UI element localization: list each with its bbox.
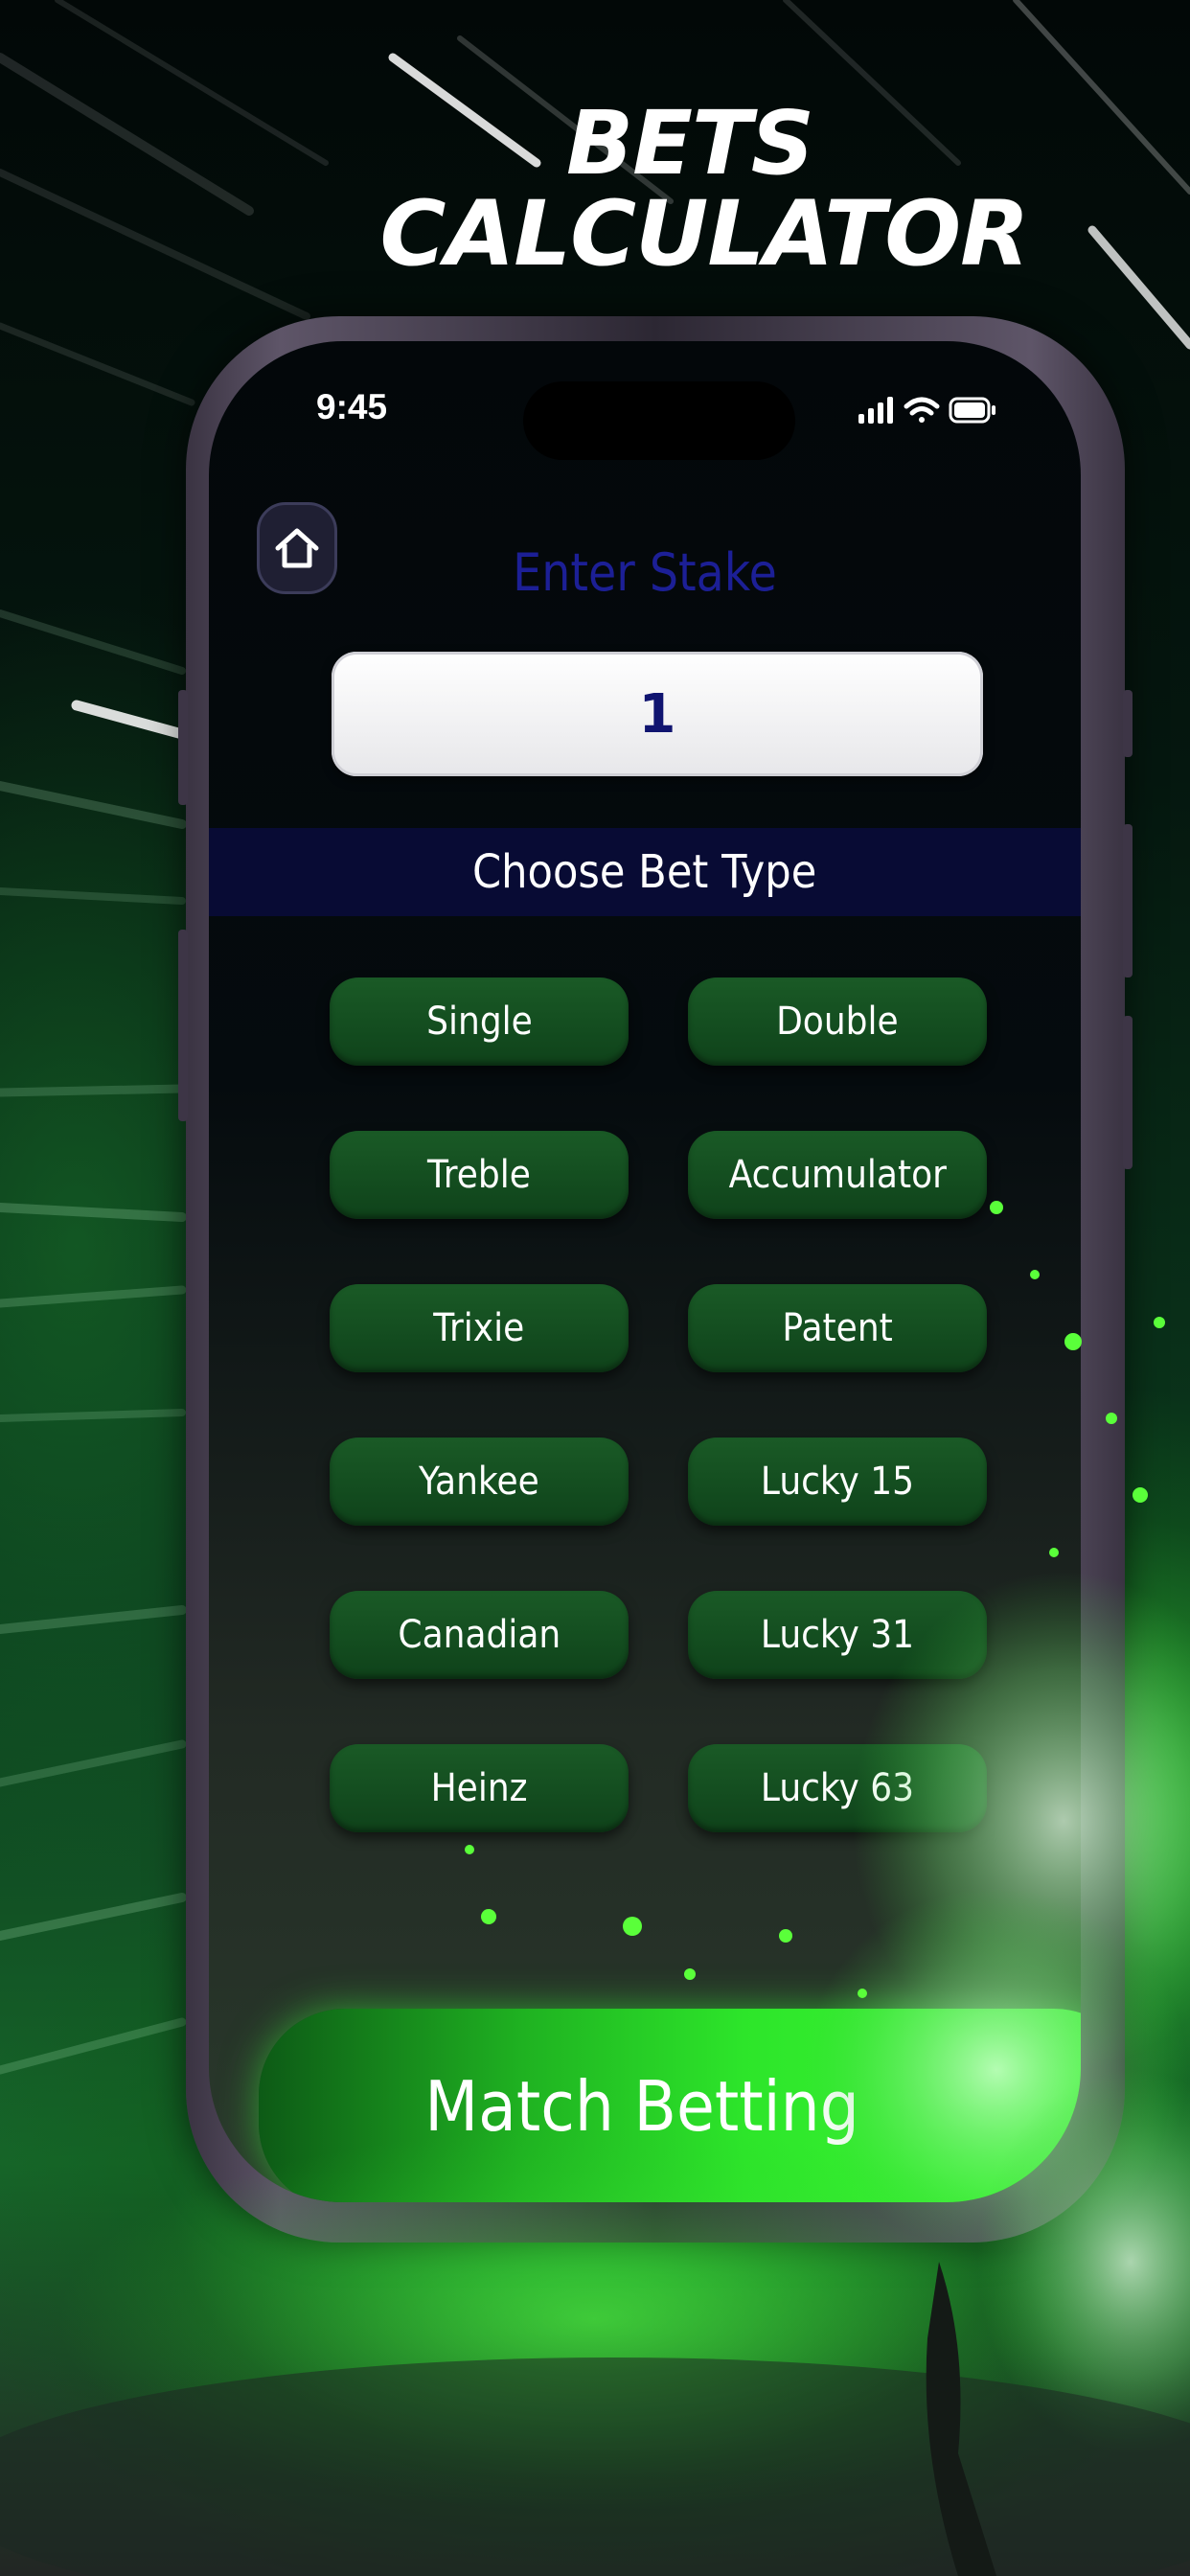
- promo-headline-calculator: CALCULATOR: [379, 182, 1029, 287]
- bet-type-button-canadian[interactable]: Canadian: [330, 1591, 629, 1679]
- status-time: 9:45: [316, 387, 388, 426]
- enter-stake-title: Enter Stake: [513, 542, 777, 603]
- bet-type-button-trixie[interactable]: Trixie: [330, 1284, 629, 1372]
- dynamic-island: [523, 381, 795, 460]
- bet-type-button-yankee[interactable]: Yankee: [330, 1438, 629, 1526]
- status-icons: [858, 397, 995, 424]
- wifi-icon: [904, 397, 940, 423]
- stake-input[interactable]: [332, 652, 983, 776]
- phone-side-button: [1123, 690, 1133, 757]
- bet-type-button-lucky-15[interactable]: Lucky 15: [688, 1438, 987, 1526]
- choose-bet-type-label: Choose Bet Type: [472, 845, 817, 899]
- promo-headline-bets: BETS: [566, 92, 814, 195]
- bet-type-button-double[interactable]: Double: [688, 978, 987, 1066]
- phone-side-button: [178, 930, 188, 1121]
- bet-type-button-single[interactable]: Single: [330, 978, 629, 1066]
- promo-canvas: BETS CALCULATOR 9:45 Enter Stake 1 Choos…: [0, 0, 1190, 2576]
- phone-side-button: [1123, 824, 1133, 978]
- bet-type-button-patent[interactable]: Patent: [688, 1284, 987, 1372]
- bet-type-button-accumulator[interactable]: Accumulator: [688, 1131, 987, 1219]
- choose-bet-type-banner: Choose Bet Type: [209, 828, 1081, 916]
- app-screen: 9:45 Enter Stake 1 Choose Bet Type Singl…: [209, 341, 1081, 2202]
- bet-type-button-treble[interactable]: Treble: [330, 1131, 629, 1219]
- signal-icon: [858, 397, 893, 424]
- phone-side-button: [178, 690, 188, 805]
- bet-type-button-heinz[interactable]: Heinz: [330, 1744, 629, 1832]
- phone-side-button: [1123, 1016, 1133, 1169]
- battery-icon: [949, 397, 995, 424]
- bet-type-button-lucky-63[interactable]: Lucky 63: [688, 1744, 987, 1832]
- match-betting-button[interactable]: Match Betting: [259, 2009, 1081, 2202]
- bet-type-button-lucky-31[interactable]: Lucky 31: [688, 1591, 987, 1679]
- match-betting-label: Match Betting: [424, 2066, 859, 2147]
